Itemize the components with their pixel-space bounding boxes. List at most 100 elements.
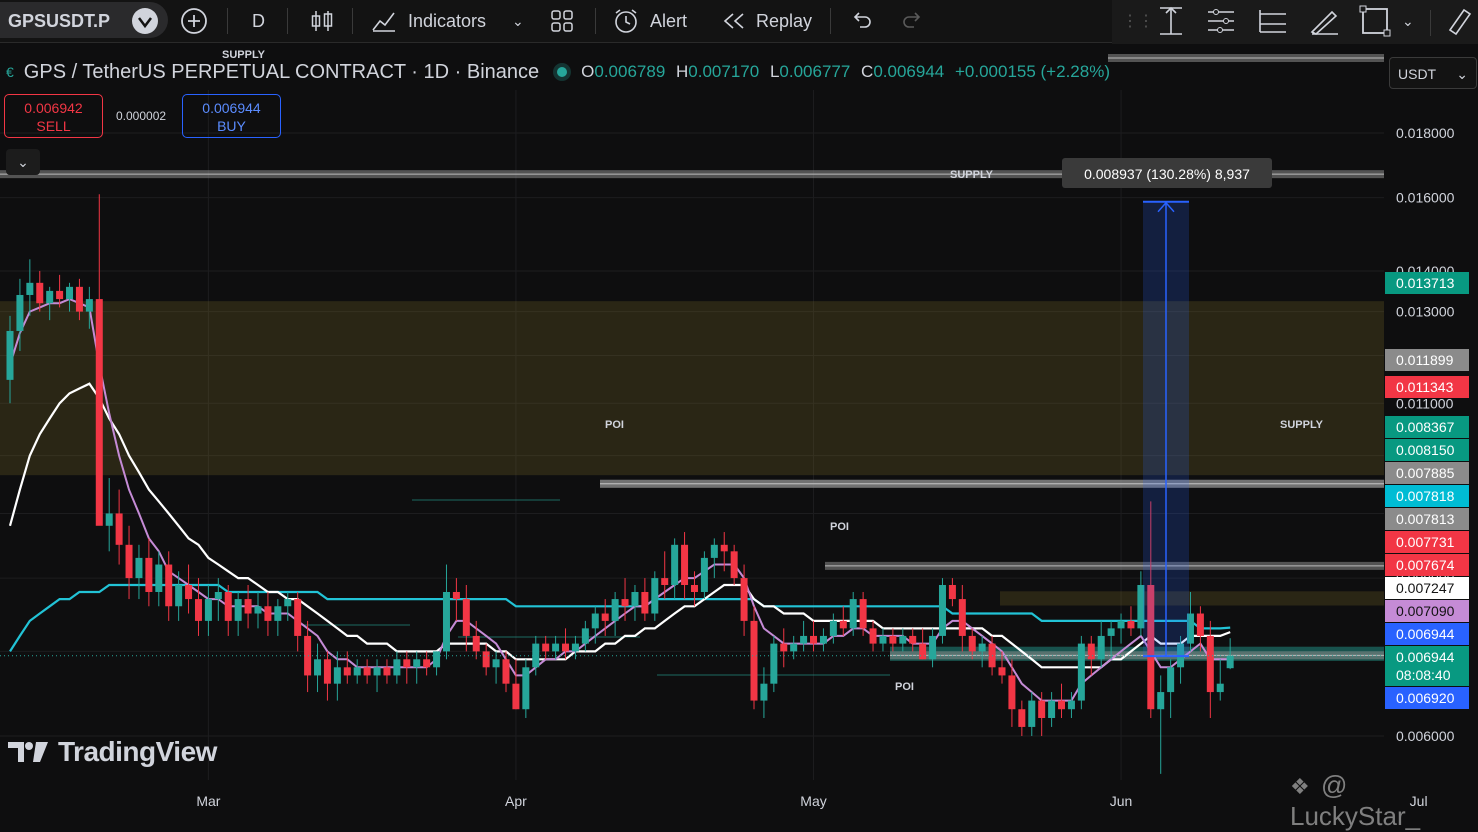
currency-value: USDT [1398, 66, 1437, 82]
candle-body [591, 613, 599, 629]
candle-body [552, 643, 560, 652]
candle-body [829, 620, 837, 636]
candle-body [6, 330, 14, 380]
candle-body [810, 635, 818, 644]
candle-body [393, 659, 401, 676]
collapse-chevron-icon[interactable]: ⌄ [6, 149, 40, 175]
binance-square-icon: ❖ [1290, 774, 1310, 799]
candle-body [1216, 683, 1224, 693]
candle-body [462, 599, 470, 636]
price-range-icon[interactable] [1154, 0, 1188, 42]
indicators-label: Indicators [408, 10, 487, 31]
candle-body [819, 635, 827, 644]
price-axis-label: 0.008367 [1396, 419, 1455, 435]
candle-body [700, 557, 708, 592]
chevron-down-icon[interactable]: ⌄ [1402, 0, 1414, 42]
indicators-button[interactable]: Indicators [370, 0, 486, 42]
candle-body [214, 591, 222, 600]
chevron-down-icon[interactable]: ⌄ [512, 0, 524, 42]
chevron-down-icon: ⌄ [1456, 66, 1468, 82]
toolbar-divider [1430, 10, 1431, 36]
brush-icon[interactable] [1308, 0, 1342, 42]
candle-body [194, 599, 202, 621]
y-tick-label: 0.013000 [1396, 304, 1455, 320]
redo-icon[interactable] [900, 0, 924, 42]
candle-body [115, 513, 123, 545]
level-label: POI [605, 419, 624, 431]
open-value: 0.006789 [594, 62, 666, 81]
candle-body [889, 635, 897, 644]
candle-body [492, 659, 500, 668]
candle-body [383, 667, 391, 676]
candle-body [16, 294, 24, 331]
candle-body [1167, 667, 1175, 693]
candle-body [562, 643, 570, 652]
candle-body [1038, 700, 1046, 719]
candle-body [155, 564, 163, 592]
price-axis-label: 0.011899 [1396, 352, 1454, 368]
candle-body [750, 620, 758, 701]
candle-body [681, 544, 689, 586]
level-label: POI [895, 681, 914, 693]
candle-body [135, 557, 143, 579]
candle-body [919, 643, 927, 660]
rewind-icon [723, 13, 744, 29]
settings-sliders-icon[interactable] [1204, 0, 1238, 42]
candle-body [234, 599, 242, 621]
toolbar-divider [595, 8, 596, 34]
symbol-label[interactable]: GPSUSDT.P [8, 0, 110, 42]
undo-icon[interactable] [850, 0, 874, 42]
toolbar-divider [352, 8, 353, 34]
compare-icon[interactable] [180, 0, 208, 42]
candle-body [800, 635, 808, 644]
toolbar-divider [227, 8, 228, 34]
author-watermark: ❖ @ LuckyStar_ [1290, 770, 1478, 832]
layout-grid-icon[interactable] [550, 0, 574, 42]
candle-body [581, 628, 589, 644]
replay-button[interactable]: Replay [722, 0, 812, 42]
horizontal-ray-icon[interactable] [1256, 0, 1290, 42]
buy-button[interactable]: 0.006944 BUY [182, 94, 281, 138]
alert-button[interactable]: Alert [612, 0, 687, 42]
tradingview-logo[interactable]: TradingView [8, 736, 217, 768]
candle-body [780, 643, 788, 652]
market-status-icon [557, 67, 568, 77]
level-label: SUPPLY [1280, 419, 1324, 431]
price-axis-label: 0.011343 [1396, 379, 1454, 395]
candle-body [1097, 635, 1105, 660]
candle-body [839, 620, 847, 629]
sell-price: 0.006942 [24, 100, 83, 116]
close-value: 0.006944 [873, 62, 945, 81]
y-tick-label: 0.016000 [1396, 190, 1455, 206]
interval-button[interactable]: D [252, 0, 265, 42]
candle-body [482, 651, 490, 668]
candle-body [185, 585, 193, 600]
drag-handle-icon[interactable]: ⋮⋮ [1122, 0, 1154, 42]
tv-logo-icon [8, 742, 48, 762]
x-tick-label: May [800, 793, 826, 809]
currency-logo-icon: € [6, 64, 14, 80]
candles-icon[interactable] [310, 0, 334, 42]
rectangle-icon[interactable] [1358, 0, 1392, 42]
candle-body [790, 643, 798, 652]
candle-body [948, 585, 956, 600]
candle-body [353, 667, 361, 676]
price-axis-label: 0.007818 [1396, 488, 1455, 504]
candle-body [1107, 628, 1115, 636]
candle-body [1018, 709, 1026, 727]
measure-label: 0.008937 (130.28%) 8,937 [1084, 166, 1250, 182]
candle-body [254, 606, 262, 614]
sell-button[interactable]: 0.006942 SELL [4, 94, 103, 138]
currency-select[interactable]: USDT ⌄ [1389, 57, 1477, 89]
add-symbol-icon[interactable] [130, 0, 160, 42]
supply-zone [1000, 591, 1384, 606]
candle-body [1206, 635, 1214, 693]
candle-body [998, 667, 1006, 676]
countdown-label: 08:08:40 [1396, 667, 1451, 683]
sell-label: SELL [36, 118, 71, 134]
candle-body [264, 606, 272, 621]
candle-body [274, 606, 282, 621]
candle-body [859, 599, 867, 629]
ruler-icon[interactable] [1444, 0, 1474, 42]
level-label: POI [830, 521, 849, 533]
